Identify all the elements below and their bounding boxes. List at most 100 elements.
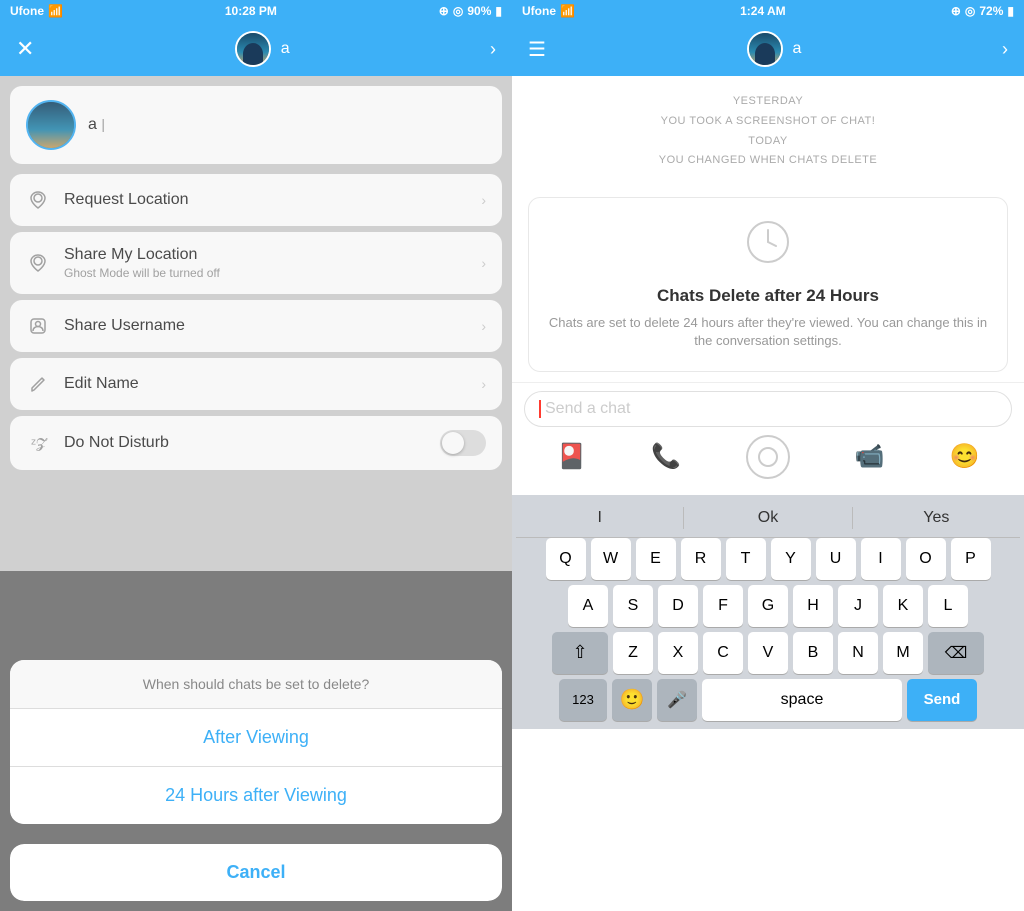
camera-button[interactable] bbox=[746, 435, 790, 479]
key-o[interactable]: O bbox=[906, 538, 946, 580]
notification-description: Chats are set to delete 24 hours after t… bbox=[545, 314, 991, 350]
left-header-name: a bbox=[281, 40, 290, 58]
key-q[interactable]: Q bbox=[546, 538, 586, 580]
menu-item-request-location[interactable]: Request Location › bbox=[10, 174, 502, 226]
right-header-name: a bbox=[793, 40, 802, 58]
share-username-chevron: › bbox=[481, 318, 486, 334]
key-v[interactable]: V bbox=[748, 632, 788, 674]
keyboard-row-1: Q W E R T Y U I O P bbox=[516, 538, 1020, 580]
key-123[interactable]: 123 bbox=[559, 679, 607, 721]
clock-icon bbox=[545, 218, 991, 276]
share-username-icon bbox=[26, 314, 50, 338]
video-icon[interactable]: 📹 bbox=[855, 442, 885, 471]
left-time: 10:28 PM bbox=[225, 4, 277, 18]
toggle-knob bbox=[442, 432, 464, 454]
request-location-text: Request Location bbox=[64, 191, 467, 209]
action-sheet-overlay: When should chats be set to delete? Afte… bbox=[0, 571, 512, 911]
edit-name-icon bbox=[26, 372, 50, 396]
chat-input-row[interactable]: Send a chat bbox=[524, 391, 1012, 427]
left-header-center: a bbox=[235, 31, 290, 67]
emoji-media-icon[interactable]: 😊 bbox=[950, 442, 980, 471]
edit-name-title: Edit Name bbox=[64, 375, 467, 393]
key-d[interactable]: D bbox=[658, 585, 698, 627]
left-avatar[interactable] bbox=[235, 31, 271, 67]
left-carrier: Ufone bbox=[10, 4, 44, 18]
input-area: Send a chat 🎴 📞 📹 😊 bbox=[512, 382, 1024, 495]
share-location-chevron: › bbox=[481, 255, 486, 271]
right-status-right: ⊕ ◎ 72% ▮ bbox=[951, 4, 1014, 18]
suggestion-i[interactable]: I bbox=[516, 507, 684, 529]
key-e[interactable]: E bbox=[636, 538, 676, 580]
key-x[interactable]: X bbox=[658, 632, 698, 674]
menu-item-dnd[interactable]: ᶻ𝓩 Do Not Disturb bbox=[10, 416, 502, 470]
key-b[interactable]: B bbox=[793, 632, 833, 674]
suggestion-ok[interactable]: Ok bbox=[684, 507, 852, 529]
edit-name-chevron: › bbox=[481, 376, 486, 392]
key-j[interactable]: J bbox=[838, 585, 878, 627]
action-sheet-title: When should chats be set to delete? bbox=[10, 660, 502, 709]
hamburger-menu[interactable]: ☰ bbox=[528, 37, 546, 62]
left-header-chevron[interactable]: › bbox=[490, 39, 496, 60]
right-header-center: a bbox=[747, 31, 802, 67]
key-h[interactable]: H bbox=[793, 585, 833, 627]
dnd-icon: ᶻ𝓩 bbox=[26, 431, 50, 455]
share-username-text: Share Username bbox=[64, 317, 467, 335]
mic-key[interactable]: 🎤 bbox=[657, 679, 697, 721]
menu-item-share-username[interactable]: Share Username › bbox=[10, 300, 502, 352]
send-key[interactable]: Send bbox=[907, 679, 977, 721]
close-button[interactable]: ✕ bbox=[16, 36, 34, 62]
key-s[interactable]: S bbox=[613, 585, 653, 627]
key-t[interactable]: T bbox=[726, 538, 766, 580]
key-p[interactable]: P bbox=[951, 538, 991, 580]
key-l[interactable]: L bbox=[928, 585, 968, 627]
key-g[interactable]: G bbox=[748, 585, 788, 627]
notification-title: Chats Delete after 24 Hours bbox=[545, 286, 991, 306]
request-location-title: Request Location bbox=[64, 191, 467, 209]
key-n[interactable]: N bbox=[838, 632, 878, 674]
key-u[interactable]: U bbox=[816, 538, 856, 580]
right-header: ☰ a › bbox=[512, 22, 1024, 76]
left-status-left: Ufone 📶 bbox=[10, 4, 63, 18]
key-a[interactable]: A bbox=[568, 585, 608, 627]
svg-text:ᶻ𝓩: ᶻ𝓩 bbox=[31, 435, 48, 451]
left-content: a | Request Location › bbox=[0, 86, 512, 581]
key-f[interactable]: F bbox=[703, 585, 743, 627]
left-panel: Ufone 📶 10:28 PM ⊕ ◎ 90% ▮ ✕ a › bbox=[0, 0, 512, 911]
friend-cursor: | bbox=[101, 116, 105, 132]
key-w[interactable]: W bbox=[591, 538, 631, 580]
friend-info-card[interactable]: a | bbox=[10, 86, 502, 164]
key-i[interactable]: I bbox=[861, 538, 901, 580]
key-k[interactable]: K bbox=[883, 585, 923, 627]
action-cancel-button[interactable]: Cancel bbox=[10, 844, 502, 901]
menu-item-edit-name[interactable]: Edit Name › bbox=[10, 358, 502, 410]
action-24-hours[interactable]: 24 Hours after Viewing bbox=[10, 767, 502, 824]
suggestion-yes[interactable]: Yes bbox=[853, 507, 1020, 529]
action-after-viewing[interactable]: After Viewing bbox=[10, 709, 502, 767]
emoji-key[interactable]: 🙂 bbox=[612, 679, 652, 721]
space-key[interactable]: space bbox=[702, 679, 902, 721]
menu-item-share-location[interactable]: Share My Location Ghost Mode will be tur… bbox=[10, 232, 502, 294]
right-status-bar: Ufone 📶 1:24 AM ⊕ ◎ 72% ▮ bbox=[512, 0, 1024, 22]
dnd-toggle[interactable] bbox=[440, 430, 486, 456]
dnd-text: Do Not Disturb bbox=[64, 434, 426, 452]
key-m[interactable]: M bbox=[883, 632, 923, 674]
sys-msg-today: TODAY bbox=[528, 132, 1008, 152]
key-c[interactable]: C bbox=[703, 632, 743, 674]
left-battery-icon: ▮ bbox=[495, 4, 502, 18]
backspace-key[interactable]: ⌫ bbox=[928, 632, 984, 674]
right-avatar[interactable] bbox=[747, 31, 783, 67]
input-cursor bbox=[539, 400, 541, 418]
right-header-chevron[interactable]: › bbox=[1002, 39, 1008, 60]
key-z[interactable]: Z bbox=[613, 632, 653, 674]
edit-name-text: Edit Name bbox=[64, 375, 467, 393]
sticker-icon[interactable]: 🎴 bbox=[556, 442, 586, 471]
menu-items: Request Location › Share My Location Gho… bbox=[10, 174, 502, 470]
shift-key[interactable]: ⇧ bbox=[552, 632, 608, 674]
right-location-icon: ⊕ bbox=[951, 4, 961, 18]
friend-avatar-inner bbox=[28, 102, 74, 148]
key-r[interactable]: R bbox=[681, 538, 721, 580]
friend-name-block: a | bbox=[88, 116, 105, 134]
phone-icon[interactable]: 📞 bbox=[651, 442, 681, 471]
key-y[interactable]: Y bbox=[771, 538, 811, 580]
right-time: 1:24 AM bbox=[740, 4, 786, 18]
